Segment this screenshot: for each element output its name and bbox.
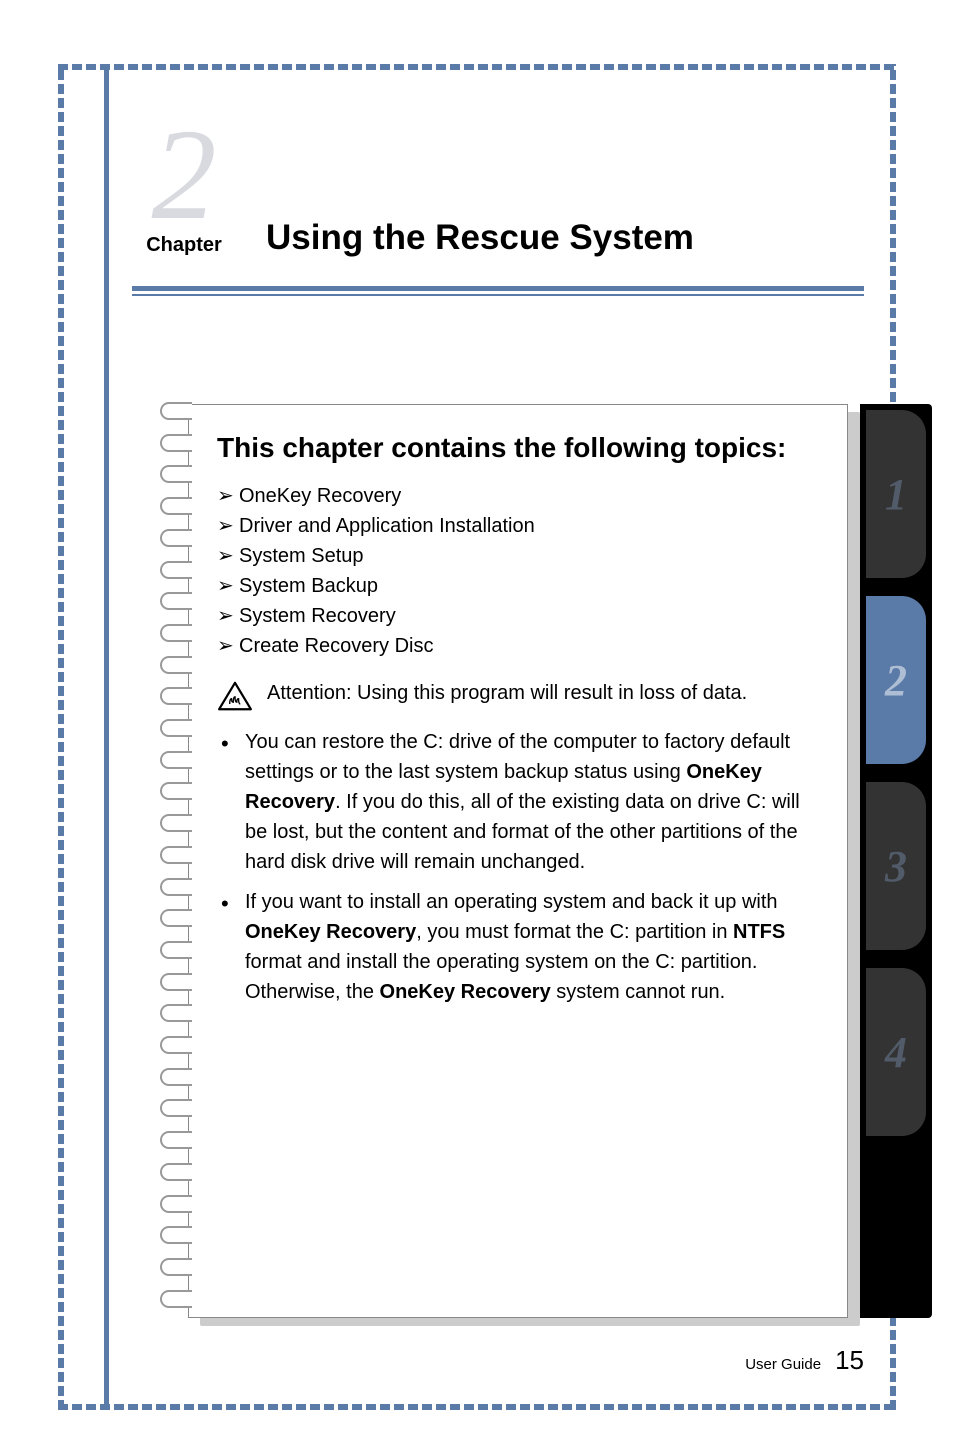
page-border-bottom [58,1404,896,1410]
spiral-ring [160,1099,192,1117]
spiral-ring [160,719,192,737]
chapter-title: Using the Rescue System [266,218,864,258]
bold-term: OneKey Recovery [245,921,416,943]
chapter-title-wrap: Using the Rescue System [266,218,864,258]
bullet-list: You can restore the C: drive of the comp… [217,727,819,1007]
spiral-ring [160,1004,192,1022]
text-segment: If you want to install an operating syst… [245,891,778,913]
bold-term: NTFS [733,921,785,943]
side-tab-3[interactable]: 3 [866,782,926,950]
spiral-ring [160,687,192,705]
page-vertical-rule [104,70,109,1404]
title-rule-thick [132,286,864,291]
spiral-ring [160,1195,192,1213]
chapter-badge: 2 Chapter [124,110,244,257]
spiral-ring [160,529,192,547]
page-footer: User Guide 15 [745,1345,864,1376]
topic-item: OneKey Recovery [217,481,819,511]
tab-number: 4 [885,1027,907,1078]
spiral-ring [160,846,192,864]
spiral-ring [160,624,192,642]
chapter-label: Chapter [124,234,244,257]
topic-item: System Recovery [217,601,819,631]
topics-heading: This chapter contains the following topi… [217,429,819,467]
topic-item: Driver and Application Installation [217,511,819,541]
spiral-ring [160,465,192,483]
spiral-ring [160,402,192,420]
bullet-item: You can restore the C: drive of the comp… [217,727,819,877]
spiral-ring [160,814,192,832]
spiral-ring [160,1290,192,1308]
text-segment: system cannot run. [551,981,726,1003]
spiral-ring [160,1258,192,1276]
spiral-ring [160,751,192,769]
attention-text: Attention: Using this program will resul… [267,679,747,707]
bold-term: OneKey Recovery [380,981,551,1003]
topics-list: OneKey Recovery Driver and Application I… [217,481,819,661]
side-tab-4[interactable]: 4 [866,968,926,1136]
spiral-ring [160,909,192,927]
page-border-left [58,64,64,1410]
text-segment: , you must format the C: partition in [416,921,733,943]
side-tab-1[interactable]: 1 [866,410,926,578]
side-tabs: 1 2 3 4 [860,404,932,1318]
side-tab-2[interactable]: 2 [866,596,926,764]
spiral-ring [160,1131,192,1149]
tab-number: 2 [885,655,907,706]
spiral-ring [160,1036,192,1054]
title-rule-thin [132,294,864,296]
bullet-item: If you want to install an operating syst… [217,887,819,1007]
topic-item: System Setup [217,541,819,571]
topic-item: Create Recovery Disc [217,631,819,661]
spiral-ring [160,656,192,674]
spiral-ring [160,1068,192,1086]
footer-page-number: 15 [835,1345,864,1376]
attention-block: Attention: Using this program will resul… [217,679,819,711]
topic-item: System Backup [217,571,819,601]
spiral-ring [160,1163,192,1181]
page-border-top [58,64,896,70]
spiral-ring [160,1226,192,1244]
spiral-ring [160,878,192,896]
tab-number: 1 [885,469,907,520]
chapter-number: 2 [124,110,244,240]
spiral-binding [160,390,198,1320]
tab-number: 3 [885,841,907,892]
attention-icon [217,681,253,711]
spiral-ring [160,561,192,579]
spiral-ring [160,782,192,800]
spiral-ring [160,941,192,959]
spiral-ring [160,592,192,610]
spiral-ring [160,973,192,991]
footer-guide-label: User Guide [745,1356,821,1373]
content-box: This chapter contains the following topi… [188,404,848,1318]
spiral-ring [160,434,192,452]
spiral-ring [160,497,192,515]
